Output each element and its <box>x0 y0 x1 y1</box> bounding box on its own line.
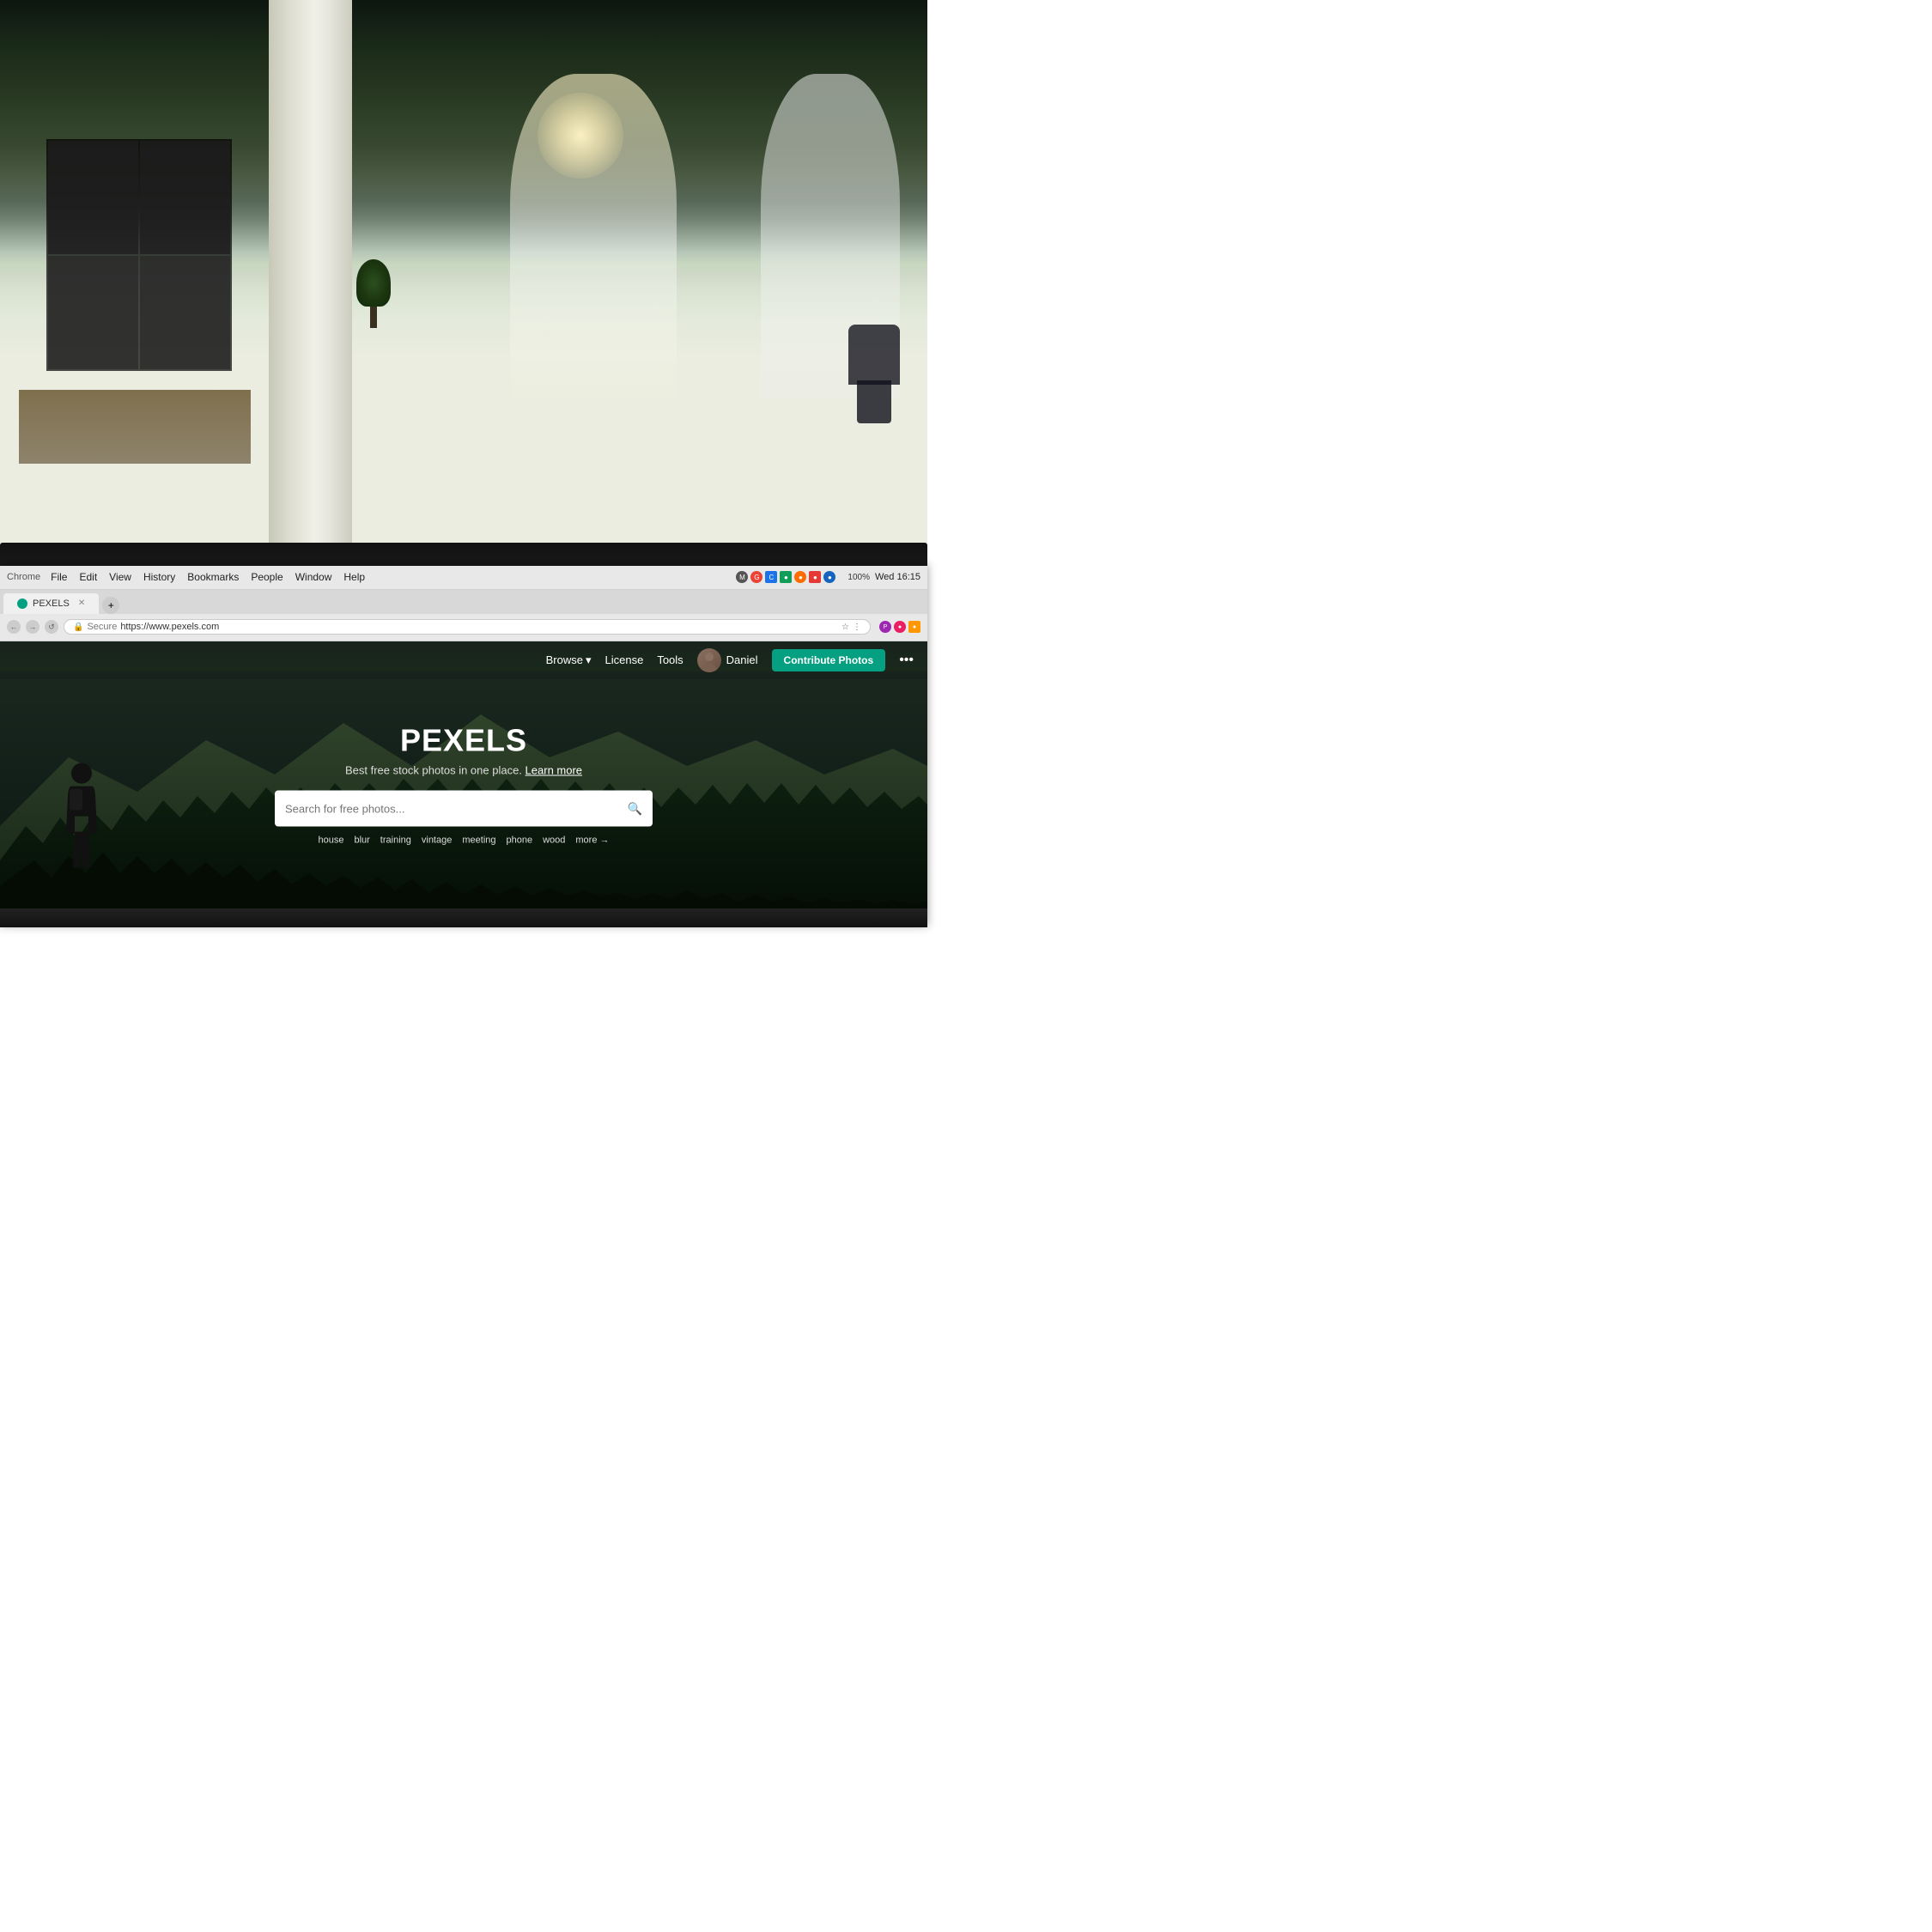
titlebar: Chrome File Edit View History Bookmarks … <box>0 566 927 590</box>
learn-more-link[interactable]: Learn more <box>526 764 582 777</box>
nav-right: Browse ▾ License Tools Daniel Contribute… <box>546 648 914 672</box>
url-bar-icons: ☆ ⋮ <box>841 623 861 632</box>
system-icons: M G C ● ● ● ● 100% Wed 16:15 <box>736 571 920 583</box>
search-bar-container: 🔍 <box>275 791 653 827</box>
tag-house[interactable]: house <box>318 835 343 846</box>
secure-label: Secure <box>87 622 117 632</box>
nav-browse[interactable]: Browse ▾ <box>546 653 592 667</box>
menu-view[interactable]: View <box>109 571 131 583</box>
more-icon[interactable]: ⋮ <box>853 623 861 632</box>
system-time: Wed 16:15 <box>875 572 920 582</box>
avatar <box>697 648 721 672</box>
new-tab-button[interactable]: + <box>102 597 119 614</box>
user-profile[interactable]: Daniel <box>697 648 758 672</box>
menu-file[interactable]: File <box>51 571 67 583</box>
lock-icon: 🔒 <box>73 623 83 632</box>
laptop-bezel-top <box>0 543 927 566</box>
contribute-photos-button[interactable]: Contribute Photos <box>772 649 886 671</box>
browser-window: Chrome File Edit View History Bookmarks … <box>0 566 927 927</box>
ext-icon-1[interactable]: P <box>879 621 891 633</box>
battery-pct: 100% <box>848 573 870 582</box>
menu-help[interactable]: Help <box>343 571 365 583</box>
hero-subtitle: Best free stock photos in one place. Lea… <box>93 764 835 777</box>
website-content: Browse ▾ License Tools Daniel Contribute… <box>0 641 927 927</box>
star-icon[interactable]: ☆ <box>841 623 849 632</box>
laptop-keyboard <box>0 908 927 927</box>
tag-vintage[interactable]: vintage <box>422 835 452 846</box>
tag-meeting[interactable]: meeting <box>462 835 495 846</box>
tag-phone[interactable]: phone <box>507 835 533 846</box>
icon-blue: ● <box>823 571 835 583</box>
tab-bar: PEXELS ✕ + <box>0 590 927 614</box>
tab-favicon <box>17 598 27 609</box>
tag-blur[interactable]: blur <box>354 835 369 846</box>
nav-more-icon[interactable]: ••• <box>899 653 914 668</box>
search-input[interactable] <box>285 802 628 815</box>
nav-license[interactable]: License <box>605 653 644 666</box>
forward-button[interactable]: → <box>26 620 39 634</box>
ext-icon-3[interactable]: ● <box>908 621 920 633</box>
extension-icons: P ● ● <box>879 621 920 633</box>
tag-wood[interactable]: wood <box>543 835 565 846</box>
menu-history[interactable]: History <box>143 571 175 583</box>
pexels-logo: PEXELS <box>93 723 835 759</box>
ext-icon-2[interactable]: ● <box>894 621 906 633</box>
icon-email: M <box>736 571 748 583</box>
menu-people[interactable]: People <box>251 571 283 583</box>
icon-gmail: G <box>750 571 762 583</box>
app-name: Chrome <box>7 572 40 582</box>
table <box>19 390 251 464</box>
icon-red: ● <box>809 571 821 583</box>
icon-green-app: ● <box>780 571 792 583</box>
reload-button[interactable]: ↺ <box>45 620 58 634</box>
url-bar[interactable]: 🔒 Secure https://www.pexels.com ☆ ⋮ <box>64 619 871 635</box>
chair <box>831 325 900 428</box>
tag-more[interactable]: more → <box>575 835 609 846</box>
url-text: https://www.pexels.com <box>120 622 219 632</box>
icon-orange: ● <box>794 571 806 583</box>
menu-bar: File Edit View History Bookmarks People … <box>51 571 365 583</box>
window-arch-center <box>510 74 677 398</box>
back-button[interactable]: ← <box>7 620 21 634</box>
nav-tools[interactable]: Tools <box>657 653 683 666</box>
menu-bookmarks[interactable]: Bookmarks <box>187 571 239 583</box>
pexels-nav: Browse ▾ License Tools Daniel Contribute… <box>0 641 927 679</box>
tag-training[interactable]: training <box>380 835 411 846</box>
icon-calendar: C <box>765 571 777 583</box>
search-icon[interactable]: 🔍 <box>628 801 642 816</box>
address-bar: ← → ↺ 🔒 Secure https://www.pexels.com ☆ … <box>0 614 927 641</box>
pillar <box>269 0 352 575</box>
nav-username: Daniel <box>726 653 758 666</box>
toolbar-icons: M G C ● ● ● ● <box>736 571 835 583</box>
menu-edit[interactable]: Edit <box>79 571 97 583</box>
dark-windows <box>46 139 232 371</box>
menu-window[interactable]: Window <box>295 571 332 583</box>
tab-close-icon[interactable]: ✕ <box>78 598 85 608</box>
hero-content: PEXELS Best free stock photos in one pla… <box>93 723 835 846</box>
tab-label: PEXELS <box>33 598 70 609</box>
active-tab[interactable]: PEXELS ✕ <box>3 593 99 614</box>
search-tags: house blur training vintage meeting phon… <box>93 835 835 846</box>
plant <box>352 259 395 328</box>
